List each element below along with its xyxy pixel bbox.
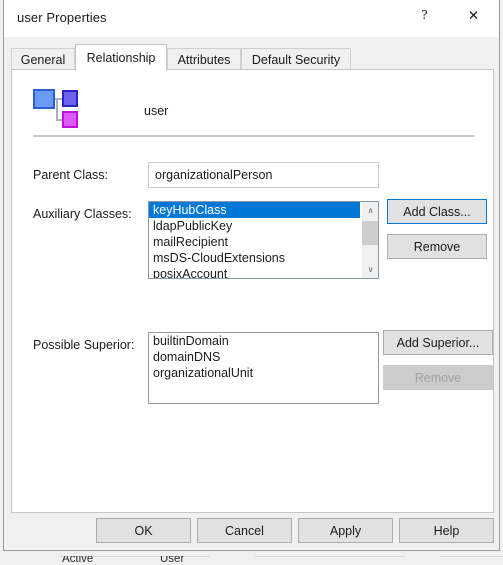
add-superior-button[interactable]: Add Superior... [383, 330, 493, 355]
parent-class-label: Parent Class: [33, 168, 109, 182]
list-item[interactable]: organizationalUnit [149, 365, 378, 381]
scrollbar-thumb[interactable] [362, 221, 378, 245]
header-separator [33, 135, 474, 137]
title-bar: user Properties ? ✕ [4, 0, 499, 37]
background-cell-user: User [160, 556, 185, 565]
auxiliary-classes-scrollbar[interactable]: ∧ ∨ [361, 202, 378, 278]
scroll-up-icon[interactable]: ∧ [362, 202, 378, 219]
possible-superior-items: builtinDomain domainDNS organizationalUn… [149, 333, 378, 381]
list-item[interactable]: posixAccount [149, 266, 360, 278]
list-item[interactable]: msDS-CloudExtensions [149, 250, 360, 266]
possible-superior-listbox[interactable]: builtinDomain domainDNS organizationalUn… [148, 332, 379, 404]
list-item[interactable]: mailRecipient [149, 234, 360, 250]
auxiliary-classes-label: Auxiliary Classes: [33, 207, 132, 221]
tab-default-security[interactable]: Default Security [241, 48, 351, 70]
apply-button[interactable]: Apply [298, 518, 393, 543]
list-item[interactable]: domainDNS [149, 349, 378, 365]
class-hierarchy-icon [33, 89, 78, 128]
close-icon[interactable]: ✕ [451, 0, 496, 31]
background-window-row: Active User [0, 556, 503, 565]
window-title: user Properties [17, 10, 107, 25]
user-properties-dialog: user Properties ? ✕ General Relationship… [3, 0, 500, 551]
background-cell-active: Active [62, 556, 94, 565]
tab-relationship[interactable]: Relationship [75, 44, 167, 71]
background-divider [440, 556, 503, 557]
relationship-tab-panel: user Parent Class: Auxiliary Classes: ke… [11, 69, 494, 513]
background-divider [255, 556, 405, 557]
remove-auxiliary-button[interactable]: Remove [387, 234, 487, 259]
list-item[interactable]: keyHubClass [149, 202, 360, 218]
help-question-icon[interactable]: ? [402, 0, 447, 31]
possible-superior-label: Possible Superior: [33, 338, 135, 352]
class-name-label: user [144, 104, 169, 118]
auxiliary-classes-listbox[interactable]: keyHubClass ldapPublicKey mailRecipient … [148, 201, 379, 279]
cancel-button[interactable]: Cancel [197, 518, 292, 543]
tab-attributes[interactable]: Attributes [167, 48, 241, 70]
list-item[interactable]: builtinDomain [149, 333, 378, 349]
tab-strip: General Relationship Attributes Default … [11, 44, 494, 71]
list-item[interactable]: ldapPublicKey [149, 218, 360, 234]
auxiliary-classes-items: keyHubClass ldapPublicKey mailRecipient … [149, 202, 360, 278]
parent-class-input[interactable] [148, 162, 379, 188]
ok-button[interactable]: OK [96, 518, 191, 543]
scroll-down-icon[interactable]: ∨ [362, 261, 378, 278]
help-button[interactable]: Help [399, 518, 494, 543]
add-class-button[interactable]: Add Class... [387, 199, 487, 224]
tab-general[interactable]: General [11, 48, 75, 70]
remove-superior-button: Remove [383, 365, 493, 390]
